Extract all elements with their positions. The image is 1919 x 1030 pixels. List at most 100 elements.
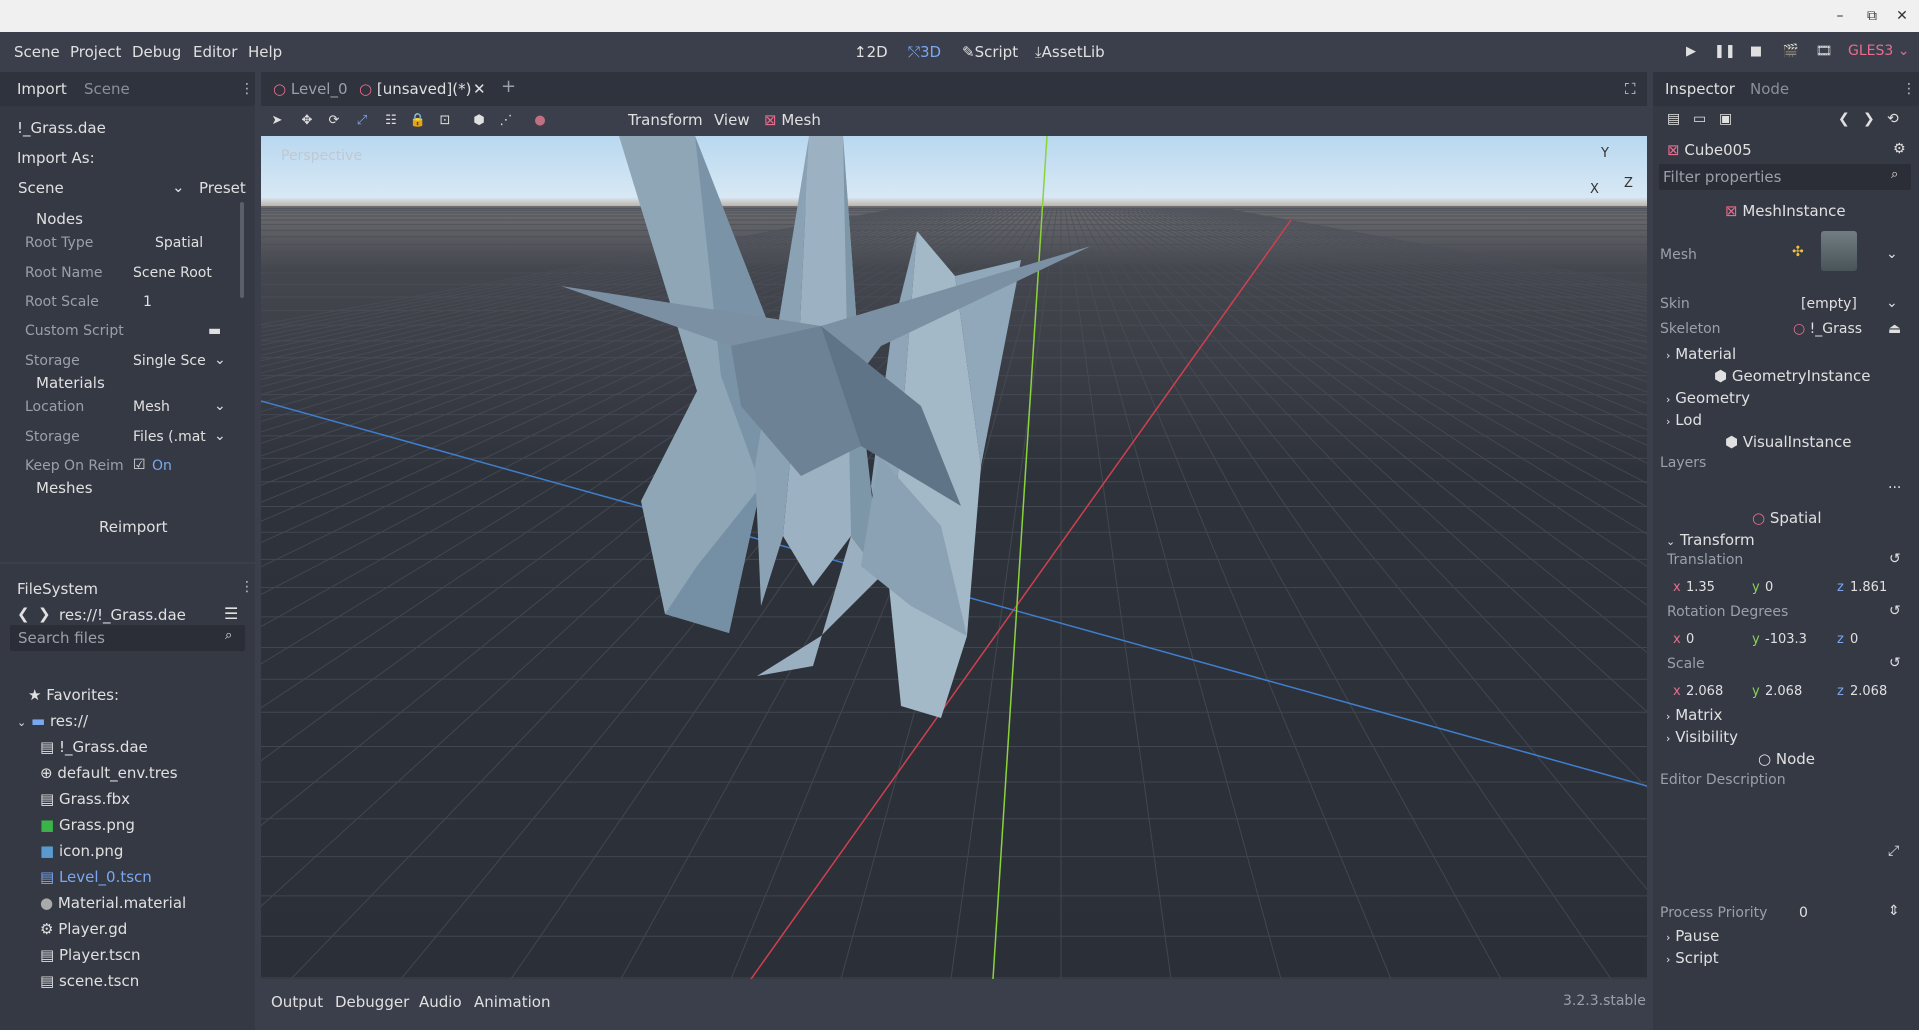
gizmo-z-label[interactable]: Z [1624, 176, 1633, 191]
menu-scene[interactable]: Scene [14, 43, 60, 61]
preset-button[interactable]: Preset [199, 179, 246, 197]
workspace-3d-button[interactable]: ⤲3D [908, 43, 941, 61]
pause-icon[interactable]: ❚❚ [1714, 42, 1736, 62]
file-item[interactable]: ■ Grass.png [40, 816, 135, 834]
tab-import[interactable]: Import [17, 80, 67, 98]
import-as-select[interactable]: Scene [18, 179, 64, 197]
split-view-icon[interactable]: ☰ [224, 604, 238, 623]
tab-debugger[interactable]: Debugger [335, 993, 409, 1011]
workspace-script-button[interactable]: ✎Script [962, 43, 1018, 61]
tab-inspector[interactable]: Inspector [1665, 80, 1735, 98]
minimize-icon[interactable]: – [1830, 6, 1850, 26]
mesh-menu[interactable]: ⊠ Mesh [764, 111, 821, 129]
reimport-button[interactable]: Reimport [99, 518, 168, 536]
file-item[interactable]: ⚙ Player.gd [40, 920, 127, 938]
gizmo-x-label[interactable]: X [1590, 182, 1599, 197]
new-resource-icon[interactable]: ▤ [1667, 111, 1680, 127]
tab-level-0[interactable]: ○ Level_0 [273, 80, 348, 98]
close-icon[interactable]: ✕ [1892, 6, 1912, 26]
viewport-canvas[interactable]: Perspective Y X Z [261, 136, 1647, 979]
skeleton-value[interactable]: ○ !_Grass [1793, 321, 1862, 337]
rotation-y[interactable]: -103.3 [1765, 632, 1807, 647]
renderer-select[interactable]: GLES3 ⌄ [1848, 43, 1909, 59]
select-mode-icon[interactable]: ➤ [268, 112, 286, 130]
local-space-icon[interactable]: ⬢ [470, 112, 488, 130]
checkbox-icon[interactable]: ☑ [133, 457, 146, 473]
section-matrix[interactable]: › Matrix [1666, 706, 1722, 724]
tab-animation[interactable]: Animation [474, 993, 550, 1011]
favorites-item[interactable]: ★ Favorites: [28, 686, 119, 704]
file-item[interactable]: ▤ Grass.fbx [40, 790, 130, 808]
history-icon[interactable]: ⟲ [1887, 111, 1899, 127]
move-mode-icon[interactable]: ✥ [298, 112, 316, 130]
search-files-input[interactable]: Search files ⌕ [10, 625, 245, 651]
translation-z[interactable]: 1.861 [1850, 580, 1887, 595]
prop-value[interactable]: Mesh [133, 399, 170, 415]
open-folder-icon[interactable]: ▭ [1693, 111, 1706, 127]
section-visibility[interactable]: › Visibility [1666, 728, 1738, 746]
file-item[interactable]: ⊕ default_env.tres [40, 764, 178, 782]
menu-editor[interactable]: Editor [193, 43, 237, 61]
section-transform[interactable]: ⌄ Transform [1666, 531, 1755, 549]
back-icon[interactable]: ❮ [17, 605, 30, 623]
gizmo-y-label[interactable]: Y [1600, 146, 1609, 161]
prop-value[interactable]: Scene Root [133, 265, 212, 281]
more-options-icon[interactable]: ⋮ [240, 80, 254, 98]
section-lod[interactable]: › Lod [1666, 411, 1702, 429]
add-tab-icon[interactable]: + [501, 76, 516, 97]
rotation-x[interactable]: 0 [1686, 632, 1694, 647]
scale-mode-icon[interactable]: ⤢ [353, 112, 371, 130]
file-item[interactable]: ▤ !_Grass.dae [40, 738, 148, 756]
forward-icon[interactable]: ❯ [1863, 111, 1875, 127]
camera-preview-icon[interactable]: ● [531, 112, 549, 130]
section-material[interactable]: › Material [1666, 345, 1736, 363]
view-menu[interactable]: View [714, 111, 750, 129]
file-item[interactable]: ● Material.material [40, 894, 186, 912]
file-item[interactable]: ▤ Level_0.tscn [40, 868, 152, 886]
scale-z[interactable]: 2.068 [1850, 684, 1887, 699]
prop-value[interactable]: Single Sce [133, 353, 206, 369]
layers-more-button[interactable]: ... [1888, 476, 1901, 492]
mesh-preview-thumbnail[interactable] [1821, 231, 1857, 271]
prop-value[interactable]: Files (.mat [133, 429, 206, 445]
maximize-icon[interactable]: ⧉ [1862, 6, 1882, 26]
res-root-item[interactable]: ⌄ ▬ res:// [17, 712, 88, 730]
section-script[interactable]: › Script [1666, 949, 1719, 967]
folder-icon[interactable]: ▬ [208, 323, 221, 339]
section-pause[interactable]: › Pause [1666, 927, 1719, 945]
skin-value[interactable]: [empty] [1801, 296, 1857, 312]
spinbox-icon[interactable]: ⇕ [1888, 903, 1900, 919]
chevron-down-icon[interactable]: ⌄ [1886, 295, 1898, 311]
node-path[interactable]: ⊠ Cube005 [1667, 141, 1752, 159]
transform-menu[interactable]: Transform [628, 111, 703, 129]
tab-scene[interactable]: Scene [84, 80, 130, 98]
menu-help[interactable]: Help [248, 43, 282, 61]
scrollbar[interactable] [240, 202, 244, 298]
stop-icon[interactable]: ■ [1746, 42, 1766, 62]
prop-value[interactable]: 1 [143, 294, 152, 310]
save-icon[interactable]: ▣ [1719, 111, 1732, 127]
tab-audio[interactable]: Audio [419, 993, 462, 1011]
rotation-z[interactable]: 0 [1850, 632, 1858, 647]
workspace-2d-button[interactable]: ↥2D [854, 43, 888, 61]
forward-icon[interactable]: ❯ [38, 605, 51, 623]
file-item[interactable]: ▤ Player.tscn [40, 946, 140, 964]
group-icon[interactable]: ⊡ [436, 112, 454, 130]
object-properties-icon[interactable]: ⚙ [1893, 141, 1906, 157]
filter-properties-input[interactable]: Filter properties ⌕ [1659, 164, 1911, 190]
mesh-add-icon[interactable]: ✣ [1792, 244, 1804, 260]
scale-y[interactable]: 2.068 [1765, 684, 1802, 699]
lock-icon[interactable]: 🔒 [409, 112, 427, 130]
revert-icon[interactable]: ↺ [1889, 603, 1901, 619]
translation-y[interactable]: 0 [1765, 580, 1773, 595]
snap-icon[interactable]: ⋰ [497, 112, 515, 130]
play-custom-scene-icon[interactable]: 🎞 [1814, 42, 1834, 62]
menu-project[interactable]: Project [70, 43, 121, 61]
viewport-label[interactable]: Perspective [281, 148, 362, 164]
more-options-icon[interactable]: ⋮ [240, 578, 254, 596]
tab-node[interactable]: Node [1750, 80, 1789, 98]
play-scene-icon[interactable]: 🎬 [1781, 42, 1801, 62]
pick-node-icon[interactable]: ⏏ [1888, 321, 1901, 337]
list-select-icon[interactable]: ☷ [382, 112, 400, 130]
revert-icon[interactable]: ↺ [1889, 551, 1901, 567]
